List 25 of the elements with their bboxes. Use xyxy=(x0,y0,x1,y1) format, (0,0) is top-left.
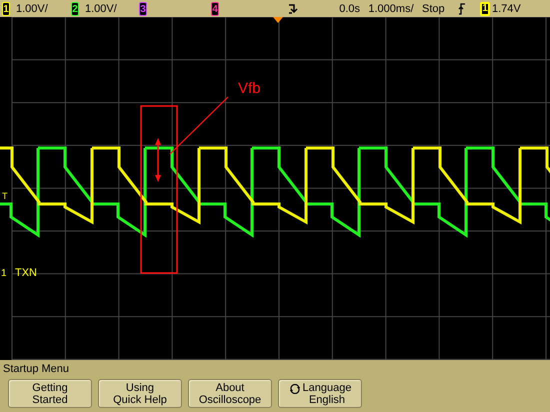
channel-scale: 1.00V/ xyxy=(15,2,49,14)
channel-name: TXN xyxy=(15,267,37,279)
channel-number: 3 xyxy=(139,2,147,16)
softkey[interactable]: About Oscilloscope xyxy=(188,379,272,408)
run-state: Stop xyxy=(422,2,446,14)
channel-number: 2 xyxy=(71,2,79,16)
rising-edge-icon xyxy=(458,2,466,14)
annotation-label: Vfb xyxy=(238,80,261,97)
trigger-delay-icon xyxy=(287,2,299,14)
timebase-value: 1.000ms/ xyxy=(368,2,414,14)
softkey[interactable]: Getting Started xyxy=(8,379,92,408)
double-arrow xyxy=(155,138,161,182)
channel-number: 1 xyxy=(2,2,10,16)
leader-line xyxy=(170,96,228,154)
channel-marker: 1 xyxy=(1,268,7,279)
cycle-icon xyxy=(288,384,301,394)
softkey[interactable]: Using Quick Help xyxy=(98,379,182,408)
softkey[interactable]: Language English xyxy=(278,379,362,408)
trigger-source: 1 xyxy=(480,2,490,16)
channel-number: 4 xyxy=(211,2,219,16)
channel-scale: 1.00V/ xyxy=(84,2,118,14)
menu-title: Startup Menu xyxy=(3,362,70,376)
trigger-level-marker: T xyxy=(2,191,8,201)
trigger-level: 1.74V xyxy=(492,2,522,14)
delay-value: 0.0s xyxy=(339,2,360,14)
